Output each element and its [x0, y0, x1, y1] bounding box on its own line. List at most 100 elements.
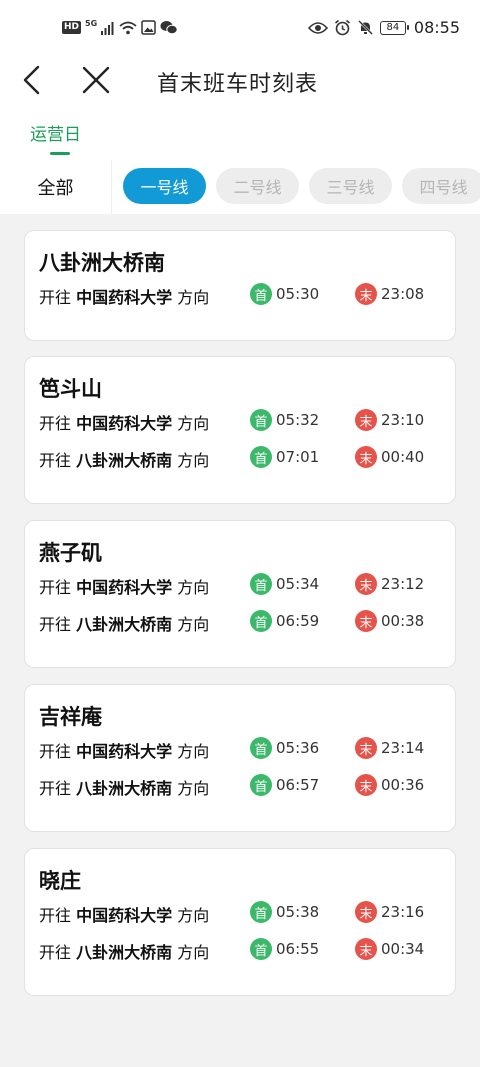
last-train-time: 23:14: [381, 739, 425, 757]
station-card: 笆斗山 开往 中国药科大学 方向 首 05:32 末 23:10 开往 八卦洲大…: [24, 356, 456, 504]
last-train-time: 00:36: [381, 776, 425, 794]
station-name: 燕子矶: [39, 541, 102, 565]
last-train-badge: 末: [355, 938, 377, 960]
first-train-badge: 首: [250, 938, 272, 960]
wechat-icon: [160, 21, 178, 35]
close-button[interactable]: [80, 64, 112, 96]
status-bar: HD 5G 84 08:55: [0, 0, 480, 58]
direction-row: 开往 八卦洲大桥南 方向 首 06:57 末 00:36: [39, 772, 443, 800]
destination: 中国药科大学: [76, 288, 173, 307]
eye-icon: [307, 21, 328, 34]
station-name: 吉祥庵: [39, 705, 102, 729]
direction-row: 开往 中国药科大学 方向 首 05:38 末 23:16: [39, 899, 443, 927]
nav-bar: 首末班车时刻表: [0, 58, 480, 104]
direction-row: 开往 八卦洲大桥南 方向 首 07:01 末 00:40: [39, 444, 443, 472]
direction-row: 开往 中国药科大学 方向 首 05:32 末 23:10: [39, 407, 443, 435]
last-train-badge: 末: [355, 283, 377, 305]
first-train-time: 05:36: [276, 739, 320, 757]
status-right: 84 08:55: [307, 18, 460, 37]
last-train-time: 23:10: [381, 411, 425, 429]
direction-text: 开往 中国药科大学 方向: [39, 906, 210, 925]
station-card: 吉祥庵 开往 中国药科大学 方向 首 05:36 末 23:14 开往 八卦洲大…: [24, 684, 456, 832]
first-train-badge: 首: [250, 446, 272, 468]
station-name: 晓庄: [39, 869, 81, 893]
page-title: 首末班车时刻表: [157, 72, 319, 97]
direction-text: 开往 中国药科大学 方向: [39, 578, 210, 597]
first-train-badge: 首: [250, 283, 272, 305]
direction-text: 开往 中国药科大学 方向: [39, 742, 210, 761]
destination: 八卦洲大桥南: [76, 451, 173, 470]
station-name: 笆斗山: [39, 377, 102, 401]
destination: 八卦洲大桥南: [76, 943, 173, 962]
destination: 中国药科大学: [76, 414, 173, 433]
alarm-icon: [334, 19, 350, 36]
line-1-pill[interactable]: 一号线: [123, 168, 206, 204]
5g-label: 5G: [85, 19, 98, 28]
status-left: HD 5G: [62, 19, 178, 35]
battery-icon: 84: [379, 20, 409, 35]
first-train-time: 06:57: [276, 776, 320, 794]
line-2-pill[interactable]: 二号线: [216, 168, 299, 204]
last-train-time: 00:38: [381, 612, 425, 630]
last-train-badge: 末: [355, 409, 377, 431]
close-icon: [82, 66, 110, 94]
last-train-badge: 末: [355, 610, 377, 632]
line-3-pill[interactable]: 三号线: [309, 168, 392, 204]
last-train-badge: 末: [355, 573, 377, 595]
station-card: 晓庄 开往 中国药科大学 方向 首 05:38 末 23:16 开往 八卦洲大桥…: [24, 848, 456, 996]
destination: 八卦洲大桥南: [76, 615, 173, 634]
first-train-time: 05:34: [276, 575, 320, 593]
back-button[interactable]: [18, 64, 48, 96]
image-icon: [141, 20, 156, 35]
last-train-time: 23:16: [381, 903, 425, 921]
station-card: 八卦洲大桥南 开往 中国药科大学 方向 首 05:30 末 23:08: [24, 230, 456, 341]
destination: 中国药科大学: [76, 578, 173, 597]
wifi-icon: [119, 21, 137, 34]
first-train-badge: 首: [250, 573, 272, 595]
header-area: HD 5G 84 08:55 首末班车时刻表 运营日 全部 一号线 二号线 三号…: [0, 0, 480, 214]
first-train-time: 05:38: [276, 903, 320, 921]
direction-row: 开往 中国药科大学 方向 首 05:36 末 23:14: [39, 735, 443, 763]
first-train-time: 06:55: [276, 940, 320, 958]
status-time: 08:55: [413, 18, 460, 37]
last-train-badge: 末: [355, 901, 377, 923]
line-filter-row: 全部 一号线 二号线 三号线 四号线: [0, 160, 480, 214]
first-train-badge: 首: [250, 901, 272, 923]
first-train-badge: 首: [250, 409, 272, 431]
destination: 八卦洲大桥南: [76, 779, 173, 798]
destination: 中国药科大学: [76, 906, 173, 925]
mute-bell-icon: [358, 20, 373, 35]
station-card: 燕子矶 开往 中国药科大学 方向 首 05:34 末 23:12 开往 八卦洲大…: [24, 520, 456, 668]
signal-icon: [101, 21, 114, 35]
last-train-time: 00:34: [381, 940, 425, 958]
line-4-pill[interactable]: 四号线: [402, 168, 480, 204]
direction-text: 开往 中国药科大学 方向: [39, 288, 210, 307]
direction-row: 开往 中国药科大学 方向 首 05:34 末 23:12: [39, 571, 443, 599]
direction-text: 开往 八卦洲大桥南 方向: [39, 615, 210, 634]
destination: 中国药科大学: [76, 742, 173, 761]
last-train-badge: 末: [355, 774, 377, 796]
last-train-time: 23:08: [381, 285, 425, 303]
first-train-time: 05:32: [276, 411, 320, 429]
filter-all-button[interactable]: 全部: [0, 160, 112, 214]
first-train-time: 05:30: [276, 285, 320, 303]
first-train-badge: 首: [250, 774, 272, 796]
first-train-badge: 首: [250, 737, 272, 759]
back-arrow-icon: [23, 65, 40, 95]
last-train-badge: 末: [355, 446, 377, 468]
last-train-time: 23:12: [381, 575, 425, 593]
direction-row: 开往 八卦洲大桥南 方向 首 06:55 末 00:34: [39, 936, 443, 964]
direction-text: 开往 八卦洲大桥南 方向: [39, 451, 210, 470]
station-name: 八卦洲大桥南: [39, 251, 165, 275]
direction-text: 开往 八卦洲大桥南 方向: [39, 943, 210, 962]
tab-indicator: [50, 152, 70, 155]
direction-row: 开往 中国药科大学 方向 首 05:30 末 23:08: [39, 281, 443, 309]
tab-operating-day[interactable]: 运营日: [30, 120, 81, 145]
direction-row: 开往 八卦洲大桥南 方向 首 06:59 末 00:38: [39, 608, 443, 636]
first-train-badge: 首: [250, 610, 272, 632]
first-train-time: 06:59: [276, 612, 320, 630]
last-train-time: 00:40: [381, 448, 425, 466]
hd-badge: HD: [62, 21, 82, 34]
direction-text: 开往 中国药科大学 方向: [39, 414, 210, 433]
last-train-badge: 末: [355, 737, 377, 759]
